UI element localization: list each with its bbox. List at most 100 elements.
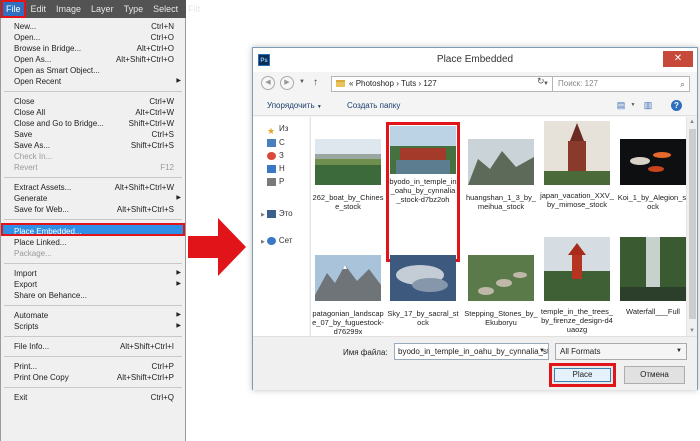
menu-item-shortcut: Alt+Ctrl+O xyxy=(136,44,174,53)
nav-item-label: З xyxy=(279,151,284,160)
menu-item-browse-in-bridge[interactable]: Browse in Bridge... Alt+Ctrl+O xyxy=(1,43,185,54)
menu-item-open-as[interactable]: Open As... Alt+Shift+Ctrl+O xyxy=(1,54,185,65)
submenu-arrow-icon: ▶ xyxy=(176,281,181,287)
menu-layer[interactable]: Layer xyxy=(86,0,119,18)
menu-item-close[interactable]: Close Ctrl+W xyxy=(1,96,185,107)
nav-item-4[interactable]: Н xyxy=(267,163,285,175)
breadcrumb-127[interactable]: 127 xyxy=(423,79,436,88)
nav-item-network[interactable]: ▶ Сет xyxy=(261,235,292,247)
menu-item-save-as[interactable]: Save As... Shift+Ctrl+S xyxy=(1,140,185,151)
menu-file[interactable]: File xyxy=(1,0,26,18)
file-item[interactable]: 262_boat_by_Chinese_stock xyxy=(311,139,385,249)
view-options-icon[interactable]: ▤ xyxy=(615,100,627,111)
menu-item-shortcut: Ctrl+P xyxy=(151,362,174,371)
organize-label: Упорядочить xyxy=(267,101,315,110)
nav-item-2[interactable]: С xyxy=(267,137,285,149)
menu-item-file-info[interactable]: File Info... Alt+Shift+Ctrl+I xyxy=(1,341,185,352)
menu-item-open-recent[interactable]: Open Recent ▶ xyxy=(1,76,185,87)
menu-item-label: File Info... xyxy=(14,342,50,351)
nav-item-label: Н xyxy=(279,164,285,173)
file-item[interactable]: japan_vacation_XXV_by_mimose_stock xyxy=(540,121,614,231)
back-arrow-icon[interactable]: ◀ xyxy=(261,76,275,90)
menu-filter[interactable]: Filt xyxy=(183,0,205,18)
file-name: japan_vacation_XXV_by_mimose_stock xyxy=(540,191,614,209)
menu-item-exit[interactable]: Exit Ctrl+Q xyxy=(1,392,185,403)
file-item[interactable]: Koi_1_by_Alegion_stock xyxy=(616,139,690,249)
menu-item-place-embedded[interactable]: Place Embedded... xyxy=(1,223,185,236)
folder-icon xyxy=(336,80,345,87)
menu-item-export[interactable]: Export ▶ xyxy=(1,279,185,290)
menu-item-label: Print One Copy xyxy=(14,373,69,382)
menu-item-extract-assets[interactable]: Extract Assets... Alt+Shift+Ctrl+W xyxy=(1,182,185,193)
scrollbar-thumb[interactable] xyxy=(689,129,696,319)
file-name: Koi_1_by_Alegion_stock xyxy=(617,193,689,211)
menu-item-revert: Revert F12 xyxy=(1,162,185,173)
file-item-selected[interactable]: byodo_in_temple_in_oahu_by_cynnalia_stoc… xyxy=(386,122,460,262)
thumbnail-image xyxy=(390,255,456,301)
breadcrumb-overflow[interactable]: « xyxy=(349,79,353,88)
file-item[interactable]: huangshan_1_3_by_meihua_stock xyxy=(464,139,538,249)
menu-item-label: Package... xyxy=(14,249,52,258)
menu-item-scripts[interactable]: Scripts ▶ xyxy=(1,321,185,332)
menu-item-save-for-web[interactable]: Save for Web... Alt+Shift+Ctrl+S xyxy=(1,204,185,215)
filename-input[interactable]: byodo_in_temple_in_oahu_by_cynnalia_stoc… xyxy=(394,343,549,360)
menu-select[interactable]: Select xyxy=(148,0,183,18)
menu-item-import[interactable]: Import ▶ xyxy=(1,268,185,279)
file-item[interactable]: Waterfall___Full xyxy=(616,237,690,347)
nav-item-this-pc[interactable]: ▶ Это xyxy=(261,208,293,220)
menu-item-print[interactable]: Print... Ctrl+P xyxy=(1,361,185,372)
nav-item-favorites[interactable]: ★ Из xyxy=(267,123,288,136)
cancel-button[interactable]: Отмена xyxy=(624,366,685,384)
menu-item-label: Close and Go to Bridge... xyxy=(14,119,104,128)
menu-item-generate[interactable]: Generate ▶ xyxy=(1,193,185,204)
menu-edit[interactable]: Edit xyxy=(26,0,52,18)
menu-item-new[interactable]: New... Ctrl+N xyxy=(1,21,185,32)
new-folder-button[interactable]: Создать папку xyxy=(347,101,400,110)
organize-menu[interactable]: Упорядочить ▼ xyxy=(267,101,322,110)
menu-item-shortcut: Ctrl+O xyxy=(150,33,174,42)
menu-item-open-smart-object[interactable]: Open as Smart Object... xyxy=(1,65,185,76)
search-input[interactable]: Поиск: 127 ⌕ xyxy=(552,76,690,92)
recent-locations-chevron-icon[interactable]: ▼ xyxy=(299,79,305,85)
menu-item-save[interactable]: Save Ctrl+S xyxy=(1,129,185,140)
menu-separator xyxy=(4,177,182,178)
scroll-down-icon[interactable]: ▼ xyxy=(689,328,695,334)
menu-item-close-all[interactable]: Close All Alt+Ctrl+W xyxy=(1,107,185,118)
menu-item-open[interactable]: Open... Ctrl+O xyxy=(1,32,185,43)
view-dropdown-icon[interactable]: ▼ xyxy=(627,100,639,111)
network-icon xyxy=(266,236,276,245)
menu-item-shortcut: Alt+Shift+Ctrl+W xyxy=(114,183,174,192)
menu-item-shortcut: Alt+Ctrl+W xyxy=(135,108,174,117)
nav-item-3[interactable]: З xyxy=(267,150,284,162)
file-type-select[interactable]: All Formats ▼ xyxy=(555,343,687,360)
menu-image[interactable]: Image xyxy=(51,0,86,18)
menu-item-share-behance[interactable]: Share on Behance... xyxy=(1,290,185,301)
forward-arrow-icon[interactable]: ▶ xyxy=(280,76,294,90)
menu-type[interactable]: Type xyxy=(119,0,149,18)
place-button[interactable]: Place xyxy=(549,363,616,387)
menu-item-shortcut: Alt+Shift+Ctrl+O xyxy=(115,55,174,64)
preview-pane-icon[interactable]: ▥ xyxy=(642,100,654,111)
menu-item-label: Open As... xyxy=(14,55,52,64)
refresh-icon[interactable]: ↻ xyxy=(537,76,545,87)
star-icon: ★ xyxy=(267,125,276,136)
menu-item-shortcut: Shift+Ctrl+W xyxy=(128,119,174,128)
menu-item-label: Share on Behance... xyxy=(14,291,87,300)
menu-item-print-one-copy[interactable]: Print One Copy Alt+Shift+Ctrl+P xyxy=(1,372,185,383)
menu-item-automate[interactable]: Automate ▶ xyxy=(1,310,185,321)
scroll-up-icon[interactable]: ▲ xyxy=(689,119,695,125)
menu-item-label: Open as Smart Object... xyxy=(14,66,100,75)
menu-item-place-linked[interactable]: Place Linked... xyxy=(1,237,185,248)
breadcrumb-photoshop[interactable]: Photoshop xyxy=(356,79,394,88)
file-item[interactable]: temple_in_the_trees_by_firenze_design-d4… xyxy=(540,237,614,347)
close-button[interactable]: ✕ xyxy=(663,51,693,67)
breadcrumb-tuts[interactable]: Tuts xyxy=(401,79,416,88)
dialog-titlebar: Ps Place Embedded ✕ xyxy=(253,48,697,72)
address-bar[interactable]: « Photoshop › Tuts › 127 ▼ xyxy=(331,76,554,92)
vertical-scrollbar[interactable]: ▲ ▼ xyxy=(686,117,697,336)
up-arrow-icon[interactable]: ↑ xyxy=(313,77,318,88)
chevron-down-icon[interactable]: ▼ xyxy=(539,344,545,359)
nav-item-5[interactable]: Р xyxy=(267,176,284,188)
menu-item-close-go-bridge[interactable]: Close and Go to Bridge... Shift+Ctrl+W xyxy=(1,118,185,129)
help-icon[interactable]: ? xyxy=(671,100,682,111)
